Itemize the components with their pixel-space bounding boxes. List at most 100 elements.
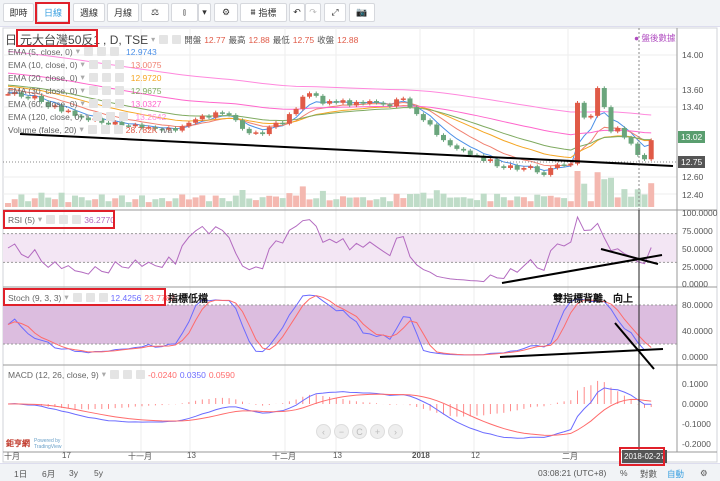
close-icon[interactable] <box>98 293 108 302</box>
zoom-out-button[interactable]: − <box>334 424 349 439</box>
candle-body <box>467 150 473 155</box>
candle-body <box>353 101 359 106</box>
close-icon[interactable] <box>119 112 129 121</box>
chevron-down-icon[interactable]: ▾ <box>151 35 155 44</box>
stoch-axis-label: 40.0000 <box>682 326 713 336</box>
range-6m[interactable]: 6月 <box>42 468 55 480</box>
gear-icon[interactable] <box>101 60 111 69</box>
close-icon[interactable] <box>114 99 124 108</box>
zoom-in-button[interactable]: + <box>370 424 385 439</box>
time-axis-label: 13 <box>187 451 196 460</box>
close-icon[interactable] <box>114 73 124 82</box>
eye-icon[interactable] <box>88 99 98 108</box>
range-5y[interactable]: 5y <box>94 468 103 478</box>
compare-button[interactable]: ⚖ <box>141 3 169 22</box>
close-icon[interactable] <box>72 215 82 224</box>
close-icon[interactable] <box>110 47 119 56</box>
gear-icon[interactable] <box>101 86 111 95</box>
chart-type-button[interactable]: ⫾ <box>171 3 198 22</box>
gear-icon[interactable] <box>97 47 106 56</box>
volume-bar <box>380 197 387 207</box>
candle-body <box>601 88 607 108</box>
range-3y[interactable]: 3y <box>69 468 78 478</box>
daily-button[interactable]: 日線 <box>37 3 69 22</box>
candle-body <box>313 93 319 96</box>
gear-icon[interactable] <box>101 99 111 108</box>
volume-bar <box>199 195 206 207</box>
candle-body <box>541 172 547 175</box>
close-icon[interactable] <box>114 60 124 69</box>
volume-bar <box>366 200 373 207</box>
gear-icon[interactable] <box>122 370 132 379</box>
candle-body <box>347 100 353 106</box>
rsi-axis-label: 50.0000 <box>682 244 713 254</box>
volume-bar <box>413 193 420 207</box>
realtime-button[interactable]: 即時 <box>3 3 34 22</box>
monthly-button[interactable]: 月線 <box>107 3 139 22</box>
volume-bar <box>105 201 112 207</box>
volume-bar <box>286 193 293 207</box>
volume-bar <box>433 190 440 207</box>
volume-bar <box>400 198 407 207</box>
candle-body <box>387 104 393 107</box>
eye-icon[interactable] <box>93 112 103 121</box>
reset-button[interactable]: C <box>352 424 367 439</box>
after-hours-toggle[interactable]: ● 盤後數據 <box>634 32 676 44</box>
fullscreen-button[interactable]: ⤢ <box>324 3 346 22</box>
candle-body <box>226 113 232 115</box>
eye-icon[interactable] <box>88 60 98 69</box>
volume-bar <box>567 201 574 207</box>
gear-icon[interactable] <box>172 35 182 44</box>
log-toggle[interactable]: 對數 <box>640 468 657 480</box>
ema-label: EMA (20, close, 0) <box>8 72 78 83</box>
volume-bar <box>299 186 306 207</box>
eye-icon[interactable] <box>88 73 98 82</box>
gear-icon[interactable]: ⚙ <box>700 468 708 479</box>
auto-toggle[interactable]: 自動 <box>667 468 684 480</box>
volume-bar <box>212 195 219 207</box>
macd-hist-value: -0.0240 <box>147 369 177 380</box>
gear-icon[interactable] <box>100 125 110 134</box>
volume-bar <box>407 194 413 207</box>
eye-icon[interactable] <box>87 125 97 134</box>
eye-icon[interactable] <box>84 47 93 56</box>
stoch-label: Stoch (9, 3, 3) <box>8 292 62 303</box>
eye-icon[interactable] <box>46 215 56 224</box>
candle-body <box>253 132 259 134</box>
close-icon[interactable] <box>114 86 124 95</box>
scroll-right-button[interactable]: › <box>388 424 403 439</box>
gear-icon[interactable] <box>106 112 116 121</box>
indicators-button[interactable]: ⩩ 指標 <box>240 3 287 22</box>
gear-icon[interactable] <box>101 73 111 82</box>
redo-button[interactable]: ↷ <box>305 3 321 22</box>
gear-icon[interactable] <box>85 293 95 302</box>
candle-body <box>628 137 634 144</box>
scroll-left-button[interactable]: ‹ <box>316 424 331 439</box>
volume-bar <box>185 199 192 207</box>
volume-bar <box>614 197 621 207</box>
screenshot-button[interactable]: 📷 <box>349 3 375 22</box>
volume-bar <box>165 201 172 207</box>
gear-icon[interactable] <box>59 215 69 224</box>
ema-value: 13.0075 <box>130 59 162 70</box>
eye-icon[interactable] <box>72 293 82 302</box>
volume-bar <box>85 200 92 207</box>
open-value: 12.77 <box>204 34 226 45</box>
chart-type-dropdown[interactable]: ▾ <box>198 3 211 22</box>
close-icon[interactable] <box>113 125 123 134</box>
eye-icon[interactable] <box>159 35 169 44</box>
high-value: 12.88 <box>248 34 270 45</box>
percent-toggle[interactable]: % <box>620 468 628 478</box>
close-icon[interactable] <box>135 370 145 379</box>
volume-bar <box>460 197 467 207</box>
weekly-button[interactable]: 週線 <box>73 3 105 22</box>
camera-icon: 📷 <box>356 7 368 17</box>
settings-button[interactable]: ⚙ <box>214 3 238 22</box>
undo-button[interactable]: ↶ <box>289 3 305 22</box>
ema-legend-row: EMA (10, close, 0) ▾ 13.0075 <box>8 59 162 70</box>
eye-icon[interactable] <box>88 86 98 95</box>
volume-bar <box>293 195 300 207</box>
range-1d[interactable]: 1日 <box>14 468 27 480</box>
candle-body <box>300 96 306 109</box>
eye-icon[interactable] <box>109 370 119 379</box>
